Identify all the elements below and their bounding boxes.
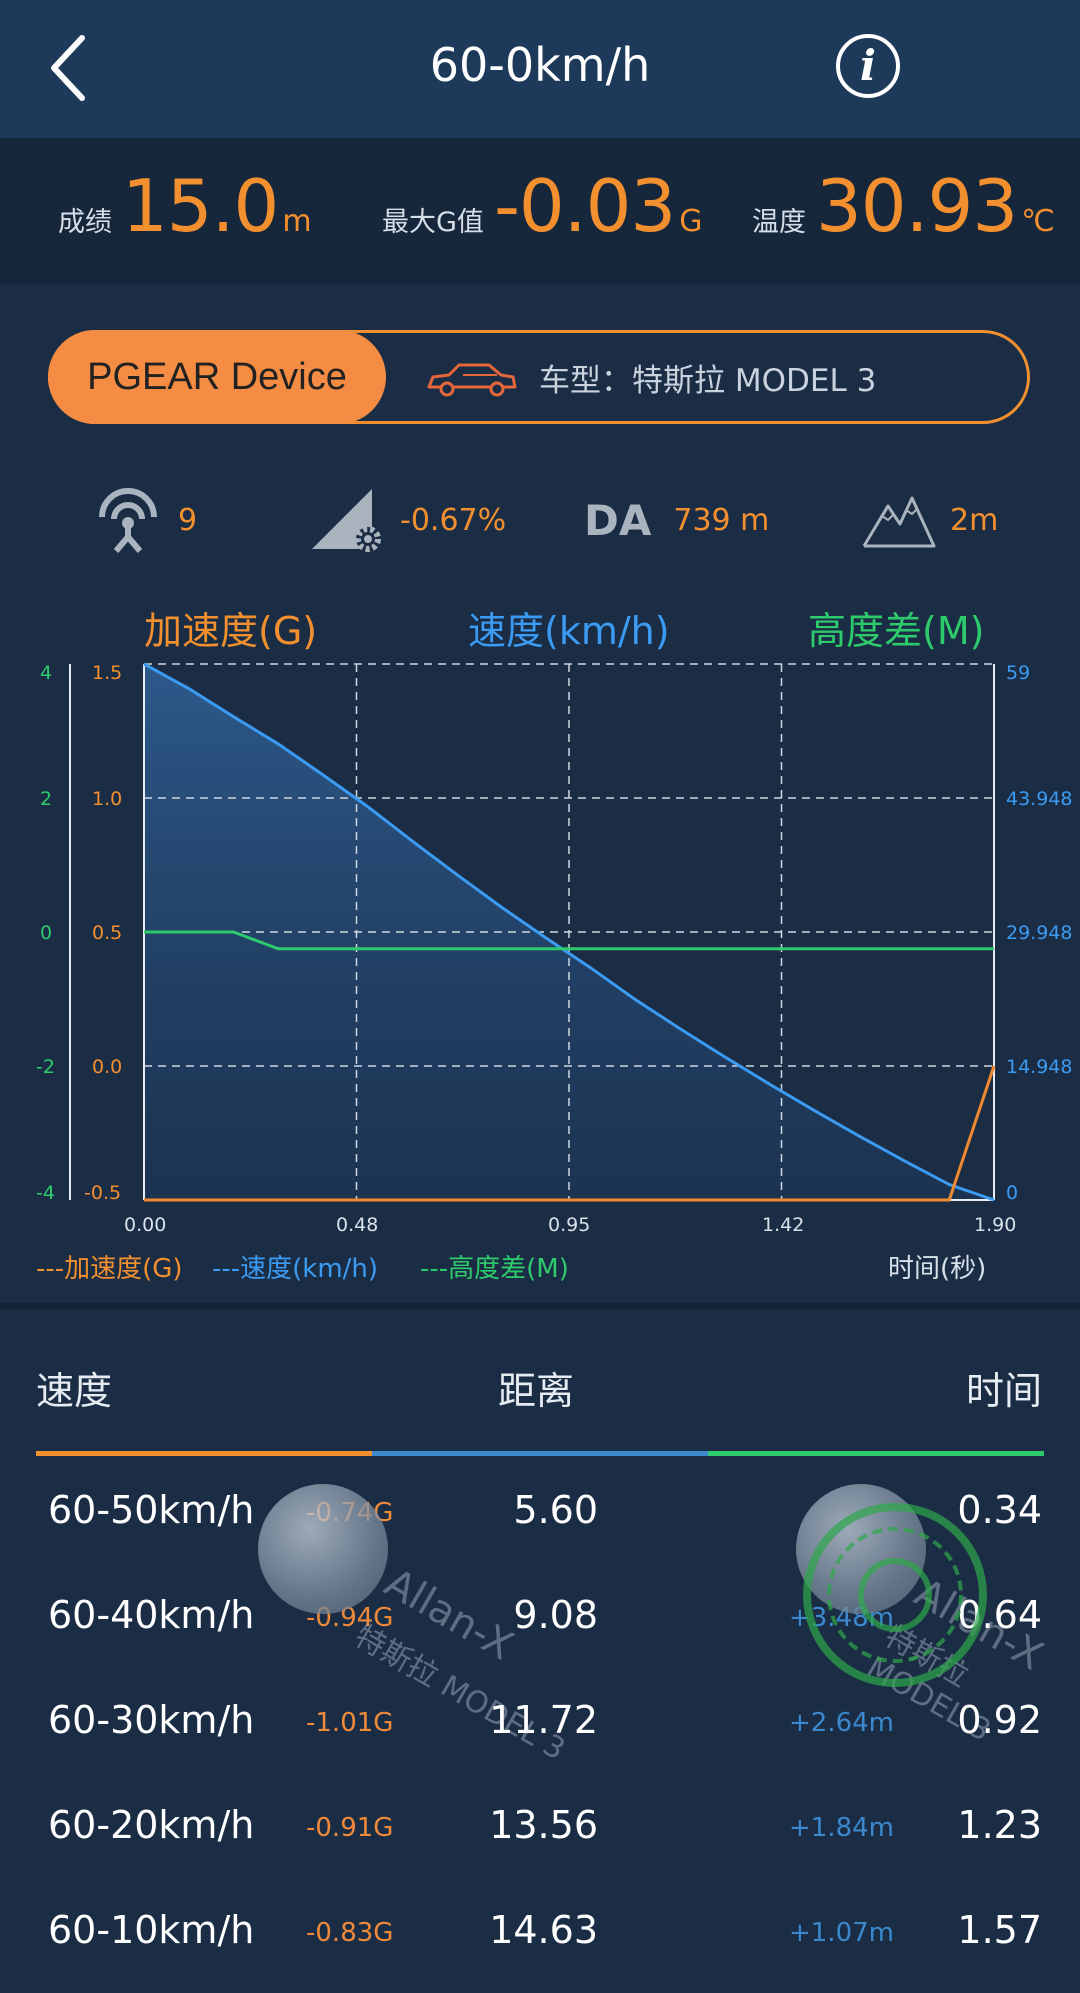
tick-alt-3: -2	[36, 1056, 55, 1078]
da-label: DA	[584, 495, 652, 545]
tick-x-1: 0.48	[336, 1214, 379, 1236]
tick-g-2: 0.5	[92, 922, 123, 944]
x-axis-label: 时间(秒)	[888, 1254, 987, 1284]
table-row: 60-10km/h -0.83G 14.63 +1.07m 1.57	[0, 1882, 1080, 1982]
slope-sensor: -0.67%	[310, 489, 507, 552]
col-time-header: 时间	[965, 1369, 1042, 1413]
score-stat: 成绩 15.0 m	[58, 164, 312, 248]
row-range: 60-20km/h	[48, 1803, 255, 1847]
maxg-unit: G	[679, 204, 703, 239]
satellite-count: 9	[178, 502, 198, 538]
car-model: 车型：特斯拉 MODEL 3	[539, 363, 877, 399]
tick-alt-2: 0	[40, 922, 53, 944]
row-distance: 9.08	[513, 1593, 598, 1637]
da-value: 739 m	[673, 502, 770, 538]
altitude-sensor: 2m	[862, 490, 998, 550]
tick-speed-3: 14.948	[1006, 1056, 1073, 1078]
tick-g-3: 0.0	[92, 1056, 123, 1078]
tick-speed-4: 0	[1006, 1182, 1019, 1204]
table-row: 60-20km/h -0.91G 13.56 +1.84m 1.23	[0, 1777, 1080, 1877]
page-title: 60-0km/h	[429, 38, 651, 92]
col-underline-blue	[372, 1451, 708, 1456]
row-time: 1.57	[957, 1908, 1042, 1952]
score-value: 15.0	[122, 164, 279, 248]
col-underline-orange	[36, 1451, 372, 1456]
row-distance: 5.60	[513, 1488, 598, 1532]
maxg-label: 最大G值	[382, 207, 484, 238]
row-delta: +2.64m	[788, 1708, 894, 1738]
section-divider	[0, 1303, 1080, 1309]
temp-label: 温度	[752, 207, 806, 238]
row-range: 60-30km/h	[48, 1698, 255, 1742]
tick-g-4: -0.5	[84, 1182, 122, 1204]
tick-speed-1: 43.948	[1006, 788, 1073, 810]
row-time: 1.23	[957, 1803, 1042, 1847]
col-distance-header: 距离	[498, 1369, 575, 1413]
score-label: 成绩	[58, 207, 112, 238]
legend-bottom-altitude: ---高度差(M)	[420, 1254, 569, 1284]
maxg-value: -0.03	[493, 164, 676, 248]
row-range: 60-10km/h	[48, 1908, 255, 1952]
row-range: 60-50km/h	[48, 1488, 255, 1532]
tick-speed-2: 29.948	[1006, 922, 1073, 944]
maxg-stat: 最大G值 -0.03 G	[382, 164, 702, 248]
device-name[interactable]: PGEAR Device	[48, 330, 386, 424]
watermark-avatar	[258, 1484, 388, 1614]
mountain-icon	[862, 496, 936, 548]
temp-unit: ℃	[1021, 204, 1055, 239]
tick-x-3: 1.42	[762, 1214, 805, 1236]
tick-alt-1: 2	[40, 788, 53, 810]
row-range: 60-40km/h	[48, 1593, 255, 1637]
altitude-value: 2m	[950, 502, 999, 538]
tick-speed-0: 59	[1006, 662, 1031, 684]
satellite-signal-icon	[99, 488, 157, 553]
score-unit: m	[282, 204, 312, 239]
row-delta: +1.07m	[788, 1918, 894, 1948]
row-distance: 14.63	[489, 1908, 598, 1952]
slope-value: -0.67%	[400, 502, 507, 538]
row-delta: +1.84m	[788, 1813, 894, 1843]
row-g: -0.83G	[306, 1918, 394, 1948]
tick-alt-4: -4	[36, 1182, 55, 1204]
header-bar: 60-0km/h i	[0, 0, 1080, 138]
density-altitude: DA 739 m	[584, 490, 769, 550]
chart	[69, 662, 996, 1202]
temp-stat: 温度 30.93 ℃	[752, 164, 1055, 248]
info-icon[interactable]: i	[836, 34, 900, 98]
tick-x-2: 0.95	[548, 1214, 591, 1236]
tick-g-1: 1.0	[92, 788, 123, 810]
col-underline-green	[708, 1451, 1044, 1456]
stats-bar: 成绩 15.0 m 最大G值 -0.03 G 温度 30.93 ℃	[0, 138, 1080, 284]
good-stamp-icon	[803, 1503, 987, 1687]
tick-x-0: 0.00	[124, 1214, 167, 1236]
row-g: -0.91G	[306, 1813, 394, 1843]
legend-bottom-acceleration: ---加速度(G)	[36, 1254, 183, 1284]
temp-value: 30.93	[816, 164, 1018, 248]
slope-gear-icon	[312, 489, 381, 552]
car-icon	[427, 363, 517, 397]
row-distance: 13.56	[489, 1803, 598, 1847]
row-g: -1.01G	[306, 1708, 394, 1738]
satellite-sensor: 9	[92, 488, 198, 553]
device-pill[interactable]: PGEAR Device 车型：特斯拉 MODEL 3	[48, 330, 1030, 424]
legend-bottom-speed: ---速度(km/h)	[212, 1254, 379, 1284]
col-speed-header: 速度	[36, 1369, 113, 1413]
tick-alt-0: 4	[40, 662, 53, 684]
tick-g-0: 1.5	[92, 662, 123, 684]
tick-x-4: 1.90	[974, 1214, 1017, 1236]
